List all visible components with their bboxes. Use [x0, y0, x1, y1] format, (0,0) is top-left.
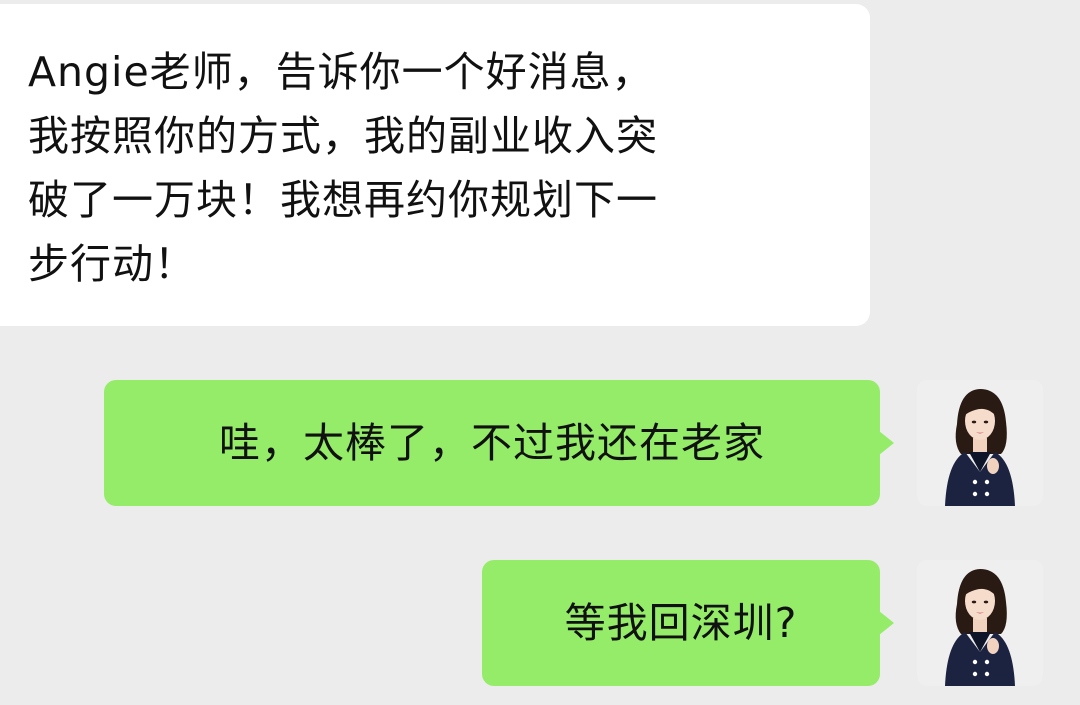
avatar-portrait [917, 380, 1043, 506]
outgoing-message-bubble[interactable]: 等我回深圳? [482, 560, 894, 686]
incoming-message-text: Angie老师，告诉你一个好消息， 我按照你的方式，我的副业收入突 破了一万块！… [28, 48, 658, 288]
outgoing-message-text: 等我回深圳? [564, 598, 798, 647]
avatar-icon[interactable] [917, 380, 1043, 506]
chat-area: Angie老师，告诉你一个好消息， 我按照你的方式，我的副业收入突 破了一万块！… [0, 0, 1080, 705]
outgoing-message-text: 哇，太棒了，不过我还在老家 [219, 418, 765, 467]
avatar-icon[interactable] [917, 560, 1043, 686]
avatar-portrait [917, 560, 1043, 686]
incoming-message-bubble[interactable]: Angie老师，告诉你一个好消息， 我按照你的方式，我的副业收入突 破了一万块！… [0, 4, 870, 326]
outgoing-message-bubble[interactable]: 哇，太棒了，不过我还在老家 [104, 380, 894, 506]
